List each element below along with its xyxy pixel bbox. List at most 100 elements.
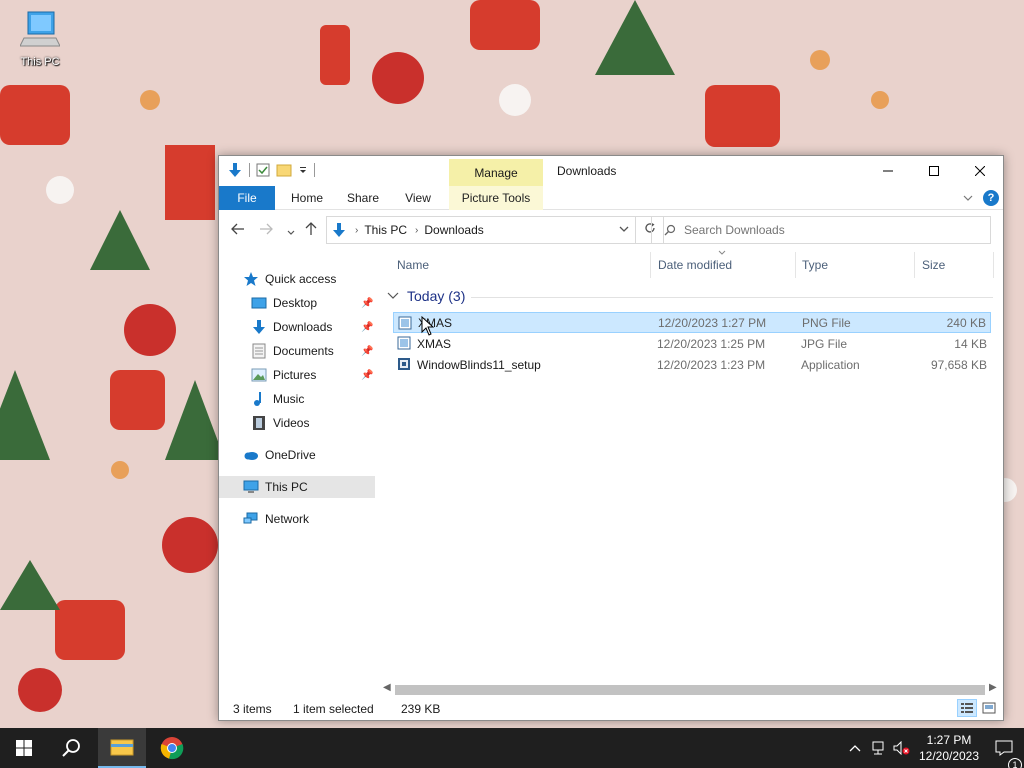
column-separator[interactable] bbox=[650, 252, 651, 278]
properties-icon[interactable] bbox=[256, 163, 270, 177]
file-row[interactable]: XMAS 12/20/2023 1:25 PM JPG File 14 KB bbox=[393, 333, 991, 354]
network-icon bbox=[243, 511, 259, 527]
nav-videos[interactable]: Videos bbox=[219, 412, 375, 434]
taskbar: 1:27 PM 12/20/2023 1 bbox=[0, 728, 1024, 768]
start-button[interactable] bbox=[0, 728, 48, 768]
column-separator[interactable] bbox=[993, 252, 994, 278]
scroll-left-arrow[interactable]: ◀ bbox=[383, 682, 391, 693]
address-bar[interactable]: › This PC › Downloads bbox=[326, 216, 636, 244]
chevron-down-icon bbox=[387, 292, 399, 299]
taskbar-file-explorer[interactable] bbox=[98, 728, 146, 768]
nav-desktop[interactable]: Desktop 📌 bbox=[219, 292, 375, 314]
title-bar[interactable]: Manage Downloads bbox=[219, 156, 1003, 186]
tab-manage[interactable]: Manage bbox=[449, 159, 543, 186]
music-note-icon bbox=[251, 391, 267, 407]
column-size[interactable]: Size bbox=[922, 258, 945, 272]
details-view-button[interactable] bbox=[957, 699, 977, 717]
forward-button[interactable] bbox=[259, 222, 273, 238]
nav-documents[interactable]: Documents 📌 bbox=[219, 340, 375, 362]
chevron-down-icon bbox=[287, 230, 295, 235]
address-row: › This PC › Downloads bbox=[219, 212, 1003, 248]
tab-picture-tools[interactable]: Picture Tools bbox=[449, 186, 543, 210]
breadcrumb-separator-icon: › bbox=[355, 224, 359, 236]
network-tray-button[interactable] bbox=[866, 741, 890, 755]
tab-share[interactable]: Share bbox=[337, 186, 389, 210]
qat-separator bbox=[314, 163, 315, 177]
close-button[interactable] bbox=[957, 156, 1003, 186]
pin-icon: 📌 bbox=[361, 345, 374, 357]
group-divider bbox=[471, 297, 993, 298]
file-date: 12/20/2023 1:27 PM bbox=[658, 315, 767, 330]
search-box[interactable] bbox=[651, 216, 991, 244]
nav-network[interactable]: Network bbox=[219, 508, 375, 530]
nav-pictures[interactable]: Pictures 📌 bbox=[219, 364, 375, 386]
nav-music[interactable]: Music bbox=[219, 388, 375, 410]
search-icon bbox=[62, 739, 80, 757]
address-dropdown[interactable] bbox=[619, 224, 629, 235]
nav-label: Quick access bbox=[265, 272, 337, 286]
large-icons-view-button[interactable] bbox=[979, 699, 999, 717]
nav-this-pc[interactable]: This PC bbox=[219, 476, 375, 498]
ribbon-right-controls: ? bbox=[963, 190, 999, 206]
minimize-icon bbox=[883, 170, 893, 172]
taskbar-clock[interactable]: 1:27 PM 12/20/2023 bbox=[914, 732, 984, 764]
scroll-right-arrow[interactable]: ▶ bbox=[989, 682, 997, 693]
breadcrumb-this-pc[interactable]: This PC bbox=[364, 223, 407, 237]
nav-quick-access[interactable]: Quick access bbox=[219, 268, 375, 290]
tab-file[interactable]: File bbox=[219, 186, 275, 210]
image-file-icon bbox=[397, 336, 411, 350]
qat-dropdown-icon[interactable] bbox=[298, 165, 308, 175]
column-type[interactable]: Type bbox=[802, 258, 828, 272]
tab-view[interactable]: View bbox=[393, 186, 443, 210]
chrome-icon bbox=[160, 737, 184, 760]
column-separator[interactable] bbox=[914, 252, 915, 278]
group-label: Today (3) bbox=[407, 288, 466, 304]
minimize-button[interactable] bbox=[865, 156, 911, 186]
file-row[interactable]: XMAS 12/20/2023 1:27 PM PNG File 240 KB bbox=[393, 312, 991, 333]
file-row[interactable]: WindowBlinds11_setup 12/20/2023 1:23 PM … bbox=[393, 354, 991, 375]
status-selection-size: 239 KB bbox=[401, 702, 441, 716]
new-folder-icon[interactable] bbox=[276, 163, 292, 177]
film-strip-icon bbox=[251, 415, 267, 431]
show-hidden-icons-button[interactable] bbox=[844, 744, 866, 752]
up-arrow-icon bbox=[305, 222, 317, 235]
scroll-thumb[interactable] bbox=[395, 685, 985, 695]
tab-home[interactable]: Home bbox=[281, 186, 333, 210]
nav-downloads[interactable]: Downloads 📌 bbox=[219, 316, 375, 338]
system-tray: 1:27 PM 12/20/2023 1 bbox=[844, 728, 1024, 768]
up-button[interactable] bbox=[305, 222, 317, 239]
back-button[interactable] bbox=[231, 222, 245, 238]
recent-locations-button[interactable] bbox=[287, 223, 295, 239]
action-center-button[interactable]: 1 bbox=[984, 740, 1024, 768]
maximize-button[interactable] bbox=[911, 156, 957, 186]
nav-label: Music bbox=[273, 392, 305, 406]
download-arrow-icon[interactable] bbox=[227, 162, 243, 178]
help-icon[interactable]: ? bbox=[983, 190, 999, 206]
window-title: Downloads bbox=[557, 164, 617, 178]
chevron-up-icon bbox=[849, 745, 861, 752]
group-header-today[interactable]: Today (3) bbox=[387, 288, 993, 304]
cloud-icon bbox=[243, 447, 259, 463]
column-name[interactable]: Name bbox=[397, 258, 429, 272]
column-date-modified[interactable]: Date modified bbox=[658, 258, 732, 272]
taskbar-chrome[interactable] bbox=[148, 728, 196, 768]
breadcrumb-downloads[interactable]: Downloads bbox=[424, 223, 483, 237]
pictures-folder-icon bbox=[251, 367, 267, 383]
notification-count-badge: 1 bbox=[1008, 758, 1022, 768]
file-explorer-window[interactable]: Manage Downloads File Home Share View Pi… bbox=[218, 155, 1004, 721]
nav-label: Documents bbox=[273, 344, 334, 358]
pin-icon: 📌 bbox=[361, 369, 374, 381]
column-separator[interactable] bbox=[795, 252, 796, 278]
search-input[interactable] bbox=[684, 223, 964, 237]
file-list-pane: Name Date modified Type Size Today (3) X… bbox=[379, 248, 1003, 688]
horizontal-scrollbar[interactable]: ◀ ▶ bbox=[379, 682, 1003, 696]
search-taskbar-button[interactable] bbox=[48, 728, 96, 768]
navigation-pane: Quick access Desktop 📌 Downloads 📌 Docum… bbox=[219, 248, 377, 688]
nav-label: Videos bbox=[273, 416, 310, 430]
volume-tray-button[interactable] bbox=[890, 741, 914, 755]
nav-onedrive[interactable]: OneDrive bbox=[219, 444, 375, 466]
expand-ribbon-icon[interactable] bbox=[963, 194, 973, 202]
file-type: JPG File bbox=[801, 336, 848, 351]
file-name: WindowBlinds11_setup bbox=[417, 357, 541, 372]
desktop-this-pc[interactable]: This PC bbox=[12, 8, 68, 76]
